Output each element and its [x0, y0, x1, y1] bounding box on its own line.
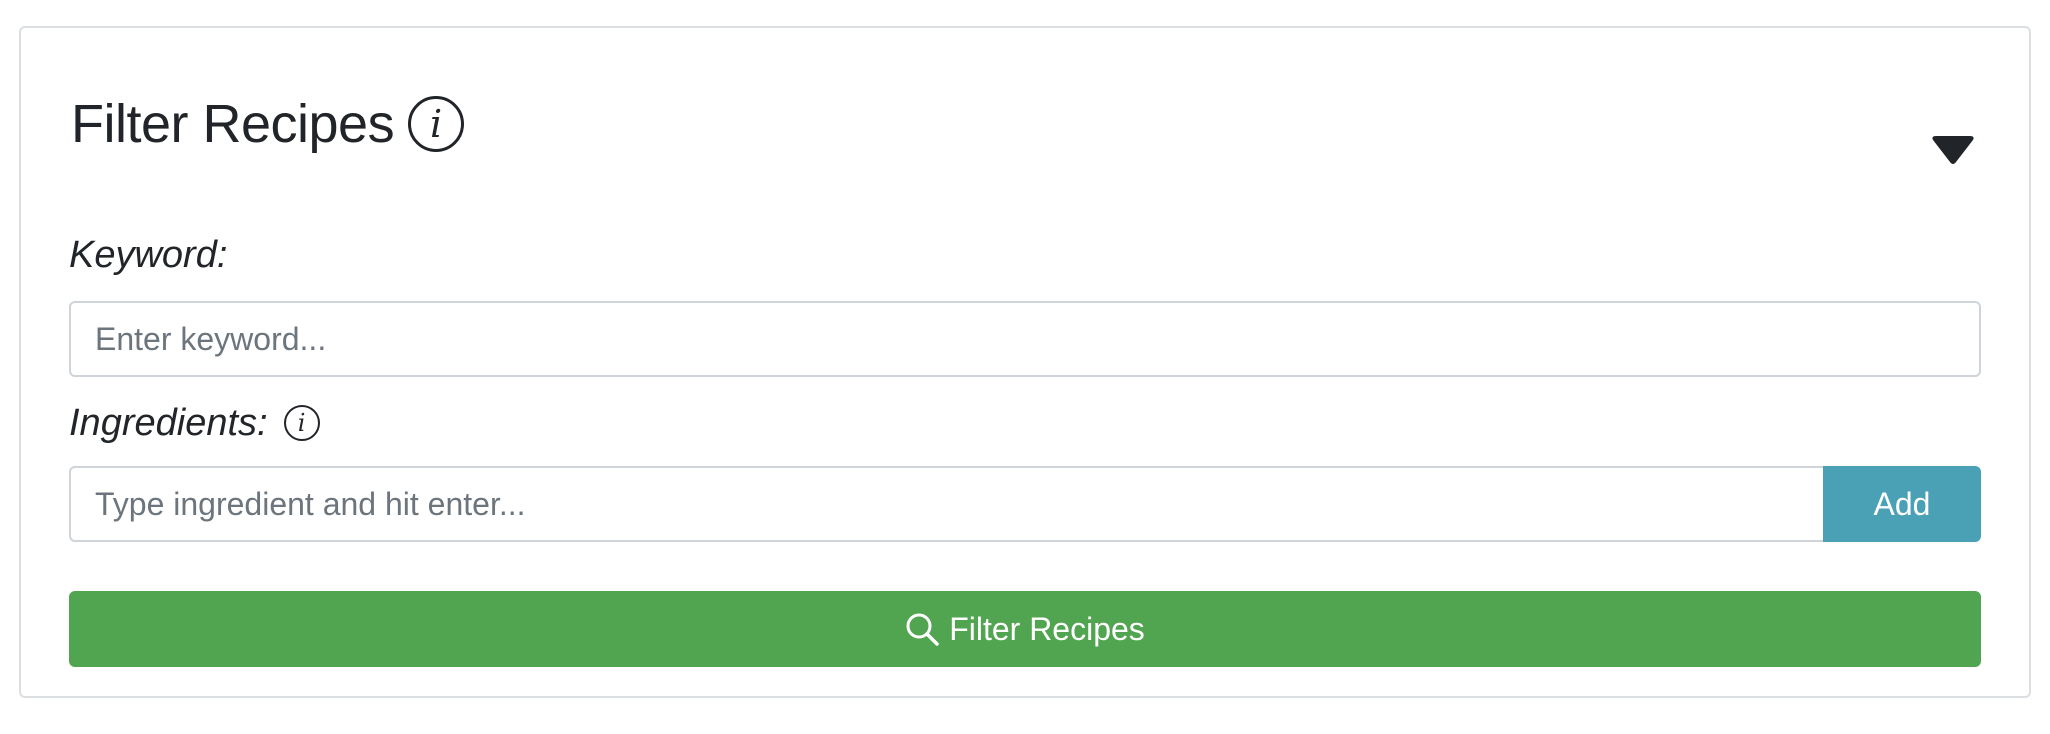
keyword-input[interactable] [69, 301, 1981, 377]
keyword-label: Keyword: [69, 233, 228, 276]
caret-down-icon[interactable] [1931, 136, 1975, 166]
search-icon [905, 612, 939, 646]
panel-title: Filter Recipes [71, 94, 395, 154]
ingredient-input[interactable] [69, 466, 1823, 542]
ingredients-label-row: Ingredients: i [69, 398, 320, 448]
ingredient-input-group: Add [69, 466, 1981, 542]
add-ingredient-button[interactable]: Add [1823, 466, 1981, 542]
filter-recipes-card: Filter Recipes i Keyword: Ingredients: i… [19, 26, 2031, 698]
ingredients-info-icon[interactable]: i [283, 405, 320, 441]
ingredients-label: Ingredients: [69, 401, 268, 444]
info-icon[interactable]: i [408, 96, 465, 152]
filter-recipes-button[interactable]: Filter Recipes [69, 591, 1981, 667]
filter-recipes-label: Filter Recipes [949, 610, 1145, 647]
card-body: Filter Recipes i Keyword: Ingredients: i… [69, 28, 1981, 696]
panel-header: Filter Recipes i [71, 92, 465, 156]
